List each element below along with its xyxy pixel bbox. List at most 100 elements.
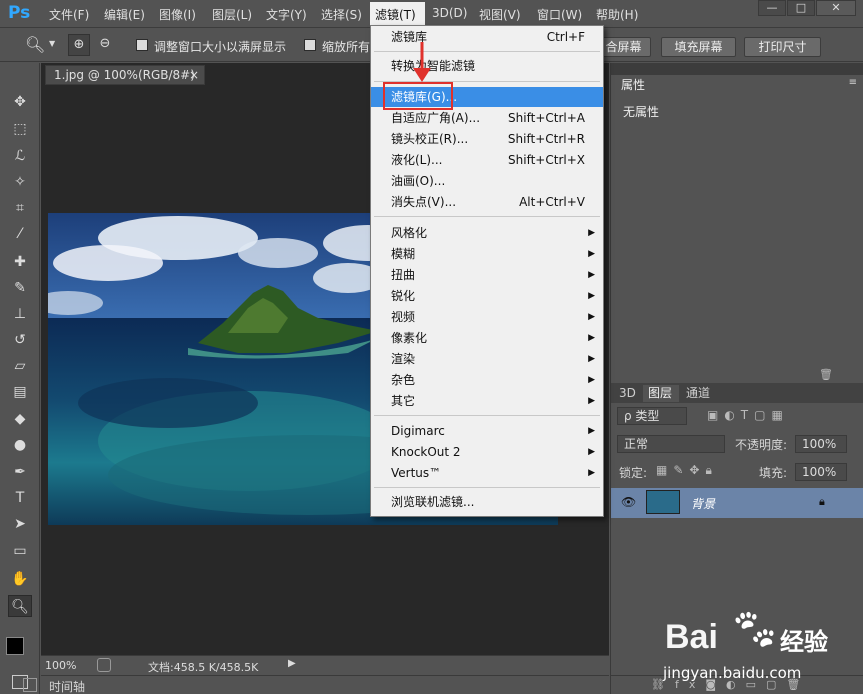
eraser-tool-icon[interactable]: ▱ <box>8 355 32 377</box>
lock-icons[interactable]: ▦✎✥🔒︎ <box>656 463 718 478</box>
knockout-label: KnockOut 2 <box>391 445 461 459</box>
tab-properties[interactable]: 属性 <box>613 77 663 94</box>
panel-menu-icon[interactable]: ≡ <box>849 77 857 88</box>
opacity-label: 不透明度: <box>735 438 788 452</box>
menu-type[interactable]: 文字(Y) <box>266 6 307 24</box>
dodge-tool-icon[interactable]: ● <box>8 434 32 456</box>
timeline-label[interactable]: 时间轴 <box>49 678 85 694</box>
menu-item-digimarc[interactable]: Digimarc ▶ <box>371 421 603 441</box>
menu-item-knockout[interactable]: KnockOut 2 ▶ <box>371 442 603 462</box>
menu-select[interactable]: 选择(S) <box>321 6 362 24</box>
menu-item-oil-paint[interactable]: 油画(O)... <box>371 171 603 191</box>
menu-view[interactable]: 视图(V) <box>479 6 521 24</box>
document-tab-title: 1.jpg @ 100%(RGB/8#) <box>54 68 195 82</box>
menu-item-vanishing-point[interactable]: 消失点(V)... Alt+Ctrl+V <box>371 192 603 212</box>
foreground-color-swatch[interactable] <box>6 637 24 655</box>
layer-visibility-icon[interactable]: 👁︎ <box>621 495 636 509</box>
menu-item-sharpen[interactable]: 锐化 ▶ <box>371 286 603 306</box>
menu-filter[interactable]: 滤镜(T) <box>370 2 425 26</box>
shape-tool-icon[interactable]: ▭ <box>8 540 32 562</box>
zoom-tool-icon[interactable]: 🔍︎ <box>25 35 45 54</box>
magic-wand-icon[interactable]: ✧ <box>8 171 32 193</box>
submenu-arrow-icon: ▶ <box>588 375 595 385</box>
brush-tool-icon[interactable]: ✎ <box>8 277 32 299</box>
zoom-out-icon[interactable]: ⊖ <box>95 34 115 56</box>
status-arrow-icon[interactable]: ▶ <box>288 658 296 669</box>
zoom-level[interactable]: 100% <box>45 659 76 672</box>
gradient-tool-icon[interactable]: ▤ <box>8 381 32 403</box>
menu-file[interactable]: 文件(F) <box>49 6 89 24</box>
menu-item-browse-online[interactable]: 浏览联机滤镜... <box>371 492 603 512</box>
type-tool-icon[interactable]: T <box>8 487 32 509</box>
menu-3d[interactable]: 3D(D) <box>432 6 467 24</box>
fit-screen-button[interactable]: 合屏幕 <box>596 37 651 57</box>
pen-tool-icon[interactable]: ✒ <box>8 461 32 483</box>
crop-tool-icon[interactable]: ⌗ <box>8 197 32 219</box>
menu-item-blur[interactable]: 模糊 ▶ <box>371 244 603 264</box>
highlight-box <box>383 82 453 110</box>
layer-row[interactable]: 👁︎ 背景 🔒︎ <box>611 488 863 518</box>
document-tab[interactable]: 1.jpg @ 100%(RGB/8#) × <box>45 65 205 85</box>
blur-tool-icon[interactable]: ◆ <box>8 408 32 430</box>
move-tool-icon[interactable]: ✥ <box>8 91 32 113</box>
tab-layers[interactable]: 图层 <box>643 385 679 402</box>
fill-screen-button[interactable]: 填充屏幕 <box>661 37 736 57</box>
zoom-tool-icon[interactable]: 🔍︎ <box>8 595 32 617</box>
menu-item-distort[interactable]: 扭曲 ▶ <box>371 265 603 285</box>
menu-item-adaptive-wide-angle[interactable]: 自适应广角(A)... Shift+Ctrl+A <box>371 108 603 128</box>
opacity-input[interactable]: 100% <box>795 435 847 453</box>
hand-tool-icon[interactable]: ✋ <box>8 568 32 590</box>
resize-windows-checkbox[interactable] <box>136 39 148 51</box>
marquee-tool-icon[interactable]: ⬚ <box>8 118 32 140</box>
trash-icon[interactable]: 🗑︎ <box>819 368 833 381</box>
menu-image[interactable]: 图像(I) <box>159 6 196 24</box>
restore-button[interactable]: □ <box>787 0 815 16</box>
stamp-tool-icon[interactable]: ⊥ <box>8 303 32 325</box>
menu-window[interactable]: 窗口(W) <box>537 6 582 24</box>
print-size-button[interactable]: 打印尺寸 <box>744 37 821 57</box>
timeline-icon[interactable] <box>23 678 37 692</box>
close-tab-icon[interactable]: × <box>189 66 199 84</box>
layers-tab-bar: 3D 图层 通道 <box>611 383 863 403</box>
menu-layer[interactable]: 图层(L) <box>212 6 252 24</box>
menu-item-vertus[interactable]: Vertus™ ▶ <box>371 463 603 483</box>
tab-3d[interactable]: 3D <box>619 385 636 402</box>
menu-item-other[interactable]: 其它 ▶ <box>371 391 603 411</box>
zoom-in-icon[interactable]: ⊕ <box>68 34 90 56</box>
status-share-icon[interactable] <box>97 658 111 672</box>
menu-item-video[interactable]: 视频 ▶ <box>371 307 603 327</box>
layer-filter-icons[interactable]: ▣◐T▢▦ <box>707 408 789 422</box>
menu-item-last-filter[interactable]: 滤镜库 Ctrl+F <box>371 27 603 47</box>
menu-item-lens-correction[interactable]: 镜头校正(R)... Shift+Ctrl+R <box>371 129 603 149</box>
menu-item-noise[interactable]: 杂色 ▶ <box>371 370 603 390</box>
chevron-down-icon[interactable]: ▼ <box>49 39 55 48</box>
vanishing-point-label: 消失点(V)... <box>391 195 457 209</box>
lasso-tool-icon[interactable]: ℒ <box>8 145 32 167</box>
layer-filter-select[interactable]: ρ 类型 <box>617 407 687 425</box>
panel-dock-header <box>611 63 863 75</box>
minimize-button[interactable]: — <box>758 0 786 16</box>
zoom-all-checkbox[interactable] <box>304 39 316 51</box>
menu-item-render[interactable]: 渲染 ▶ <box>371 349 603 369</box>
blend-mode-select[interactable]: 正常 <box>617 435 725 453</box>
watermark-brand2: 经验 <box>780 628 828 656</box>
submenu-arrow-icon: ▶ <box>588 291 595 301</box>
menu-item-liquify[interactable]: 液化(L)... Shift+Ctrl+X <box>371 150 603 170</box>
menu-help[interactable]: 帮助(H) <box>596 6 638 24</box>
stylize-label: 风格化 <box>391 226 428 240</box>
layer-name[interactable]: 背景 <box>691 495 715 512</box>
menu-item-pixelate[interactable]: 像素化 ▶ <box>371 328 603 348</box>
menu-item-stylize[interactable]: 风格化 ▶ <box>371 223 603 243</box>
eyedropper-icon[interactable]: ⁄ <box>8 223 32 245</box>
healing-brush-icon[interactable]: ✚ <box>8 251 32 273</box>
fill-label: 填充: <box>759 466 788 480</box>
history-brush-icon[interactable]: ↺ <box>8 329 32 351</box>
close-button[interactable]: ✕ <box>816 0 856 16</box>
menu-item-convert-smart[interactable]: 转换为智能滤镜 <box>371 56 603 76</box>
path-selection-icon[interactable]: ➤ <box>8 513 32 535</box>
menu-edit[interactable]: 编辑(E) <box>104 6 145 24</box>
menu-separator <box>374 415 600 416</box>
tab-channels[interactable]: 通道 <box>686 385 710 402</box>
menu-separator <box>374 216 600 217</box>
fill-input[interactable]: 100% <box>795 463 847 481</box>
